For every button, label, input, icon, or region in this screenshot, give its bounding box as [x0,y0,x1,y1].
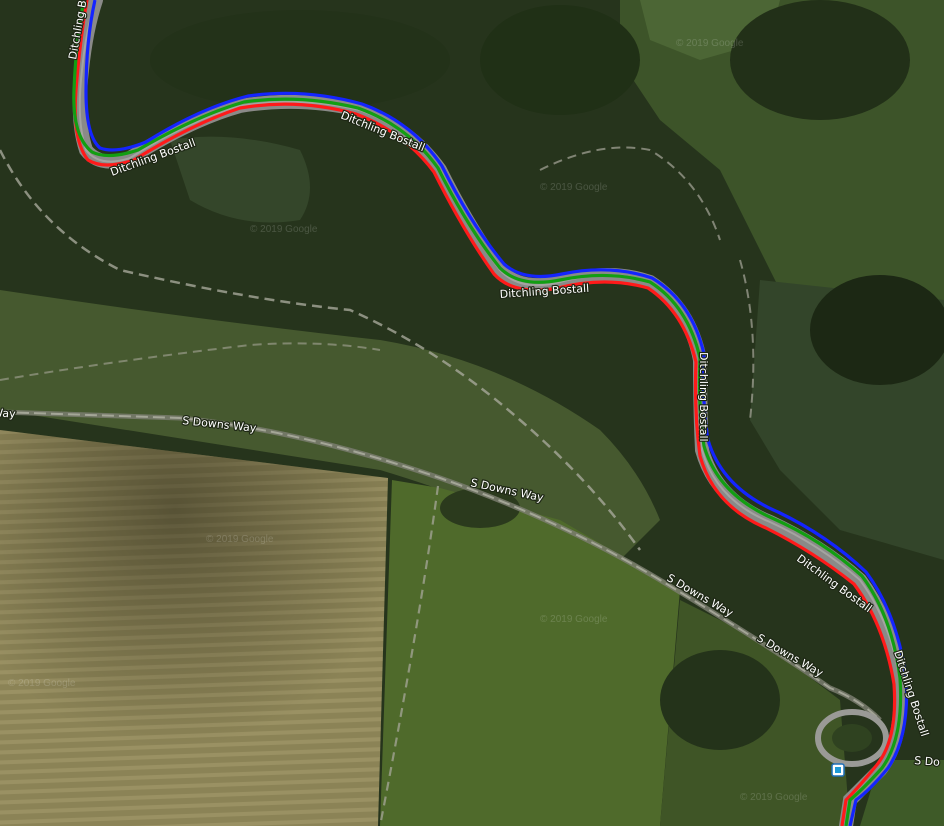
car-park-centre [832,724,872,752]
copyright-watermark: © 2019 Google [676,38,744,49]
copyright-watermark: © 2019 Google [250,224,318,235]
field-shadow [0,430,388,826]
copyright-watermark: © 2019 Google [540,182,608,193]
copyright-watermark: © 2019 Google [206,534,274,545]
tree-clump [810,275,944,385]
copyright-watermark: © 2019 Google [8,678,76,689]
road-label-s-downs-way-edge: Way [0,406,17,421]
road-label-ditchling-bostall: Ditchling Bostall [697,352,710,442]
copyright-watermark: © 2019 Google [540,614,608,625]
road-label-s-downs-way-edge: S Do [914,754,941,769]
copyright-watermark: © 2019 Google [740,792,808,803]
thicket [660,650,780,750]
tree-clump [480,5,640,115]
tree-clump [730,0,910,120]
map-view[interactable]: © 2019 Google © 2019 Google © 2019 Googl… [0,0,944,826]
parking-icon[interactable] [831,763,845,777]
